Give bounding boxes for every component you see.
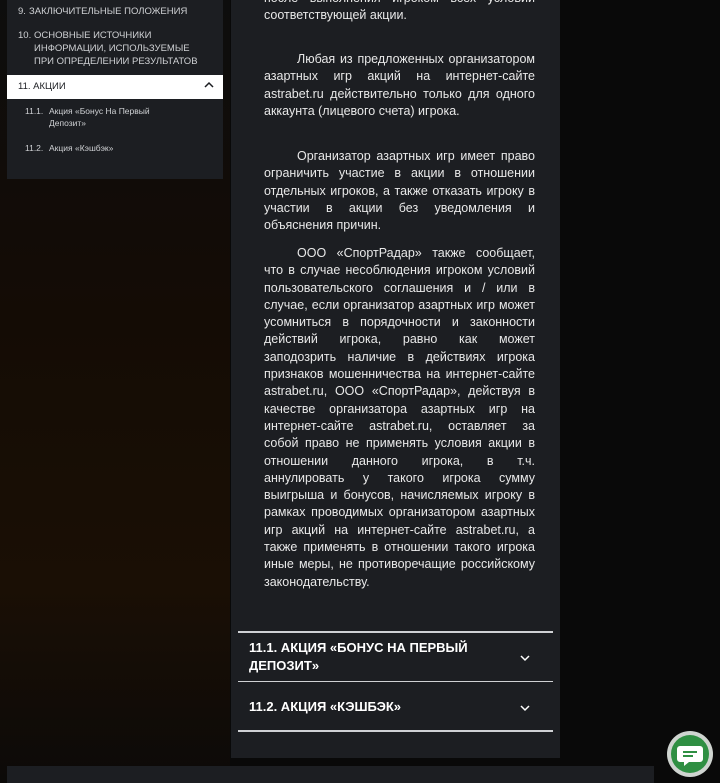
footer-bar <box>7 766 654 783</box>
accordion-title: 11.1. Акция «Бонус на первый депозит» <box>249 640 468 673</box>
sidebar-item-label: ОСНОВНЫЕ ИСТОЧНИКИ ИНФОРМАЦИИ, ИСПОЛЬЗУЕ… <box>34 30 198 67</box>
sidebar-subitem-number: 11.1. <box>25 106 44 116</box>
chevron-down-icon[interactable] <box>519 652 531 664</box>
sidebar-item-number: 10. <box>18 30 32 41</box>
sidebar-subitem-number: 11.2. <box>25 143 44 153</box>
chat-button-inner <box>671 735 709 773</box>
paragraph: Любая из предложенных организатором азар… <box>264 52 535 118</box>
paragraph: ООО «СпортРадар» также сообщает, что в с… <box>264 246 535 589</box>
sidebar-item-label: ЗАКЛЮЧИТЕЛЬНЫЕ ПОЛОЖЕНИЯ <box>29 6 188 17</box>
sidebar-subitem-label: Акция «Кэшбэк» <box>49 143 114 153</box>
sidebar-subitem-label: Акция «Бонус На Первый Депозит» <box>49 106 150 128</box>
accordion-title: 11.2. Акция «Кэшбэк» <box>249 699 401 714</box>
chevron-down-icon[interactable] <box>519 702 531 714</box>
content-panel: после выполнения игроком всех условий со… <box>231 0 560 758</box>
chat-button[interactable] <box>667 731 713 777</box>
sidebar-item-promotions[interactable]: 11. АКЦИИ <box>7 75 223 99</box>
sidebar-item-label: 11. АКЦИИ <box>18 81 66 92</box>
chat-icon <box>677 746 703 766</box>
accordion-item-first-deposit[interactable]: 11.1. Акция «Бонус на первый депозит» <box>238 633 553 681</box>
sidebar-nav: 9. ЗАКЛЮЧИТЕЛЬНЫЕ ПОЛОЖЕНИЯ 10. ОСНОВНЫЕ… <box>7 0 223 179</box>
paragraph: Организатор азартных игр имеет право огр… <box>264 149 535 233</box>
sidebar-item-number: 9. <box>18 6 26 17</box>
chevron-up-icon[interactable] <box>203 79 215 91</box>
accordion-divider <box>238 730 553 732</box>
accordion-item-cashback[interactable]: 11.2. Акция «Кэшбэк» <box>238 682 553 730</box>
paragraph-fragment: после выполнения игроком всех условий со… <box>264 0 535 23</box>
